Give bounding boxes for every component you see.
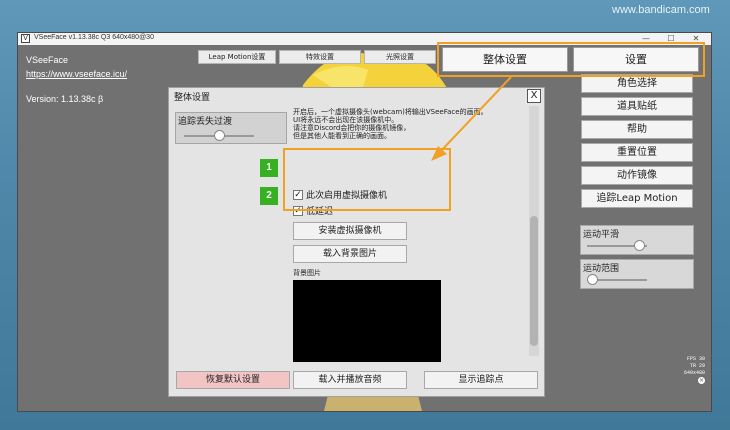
tracking-loss-slider[interactable] xyxy=(214,130,225,141)
window-title: VSeeFace v1.13.38c Q3 640x480@30 xyxy=(34,34,154,41)
highlight-camera-options xyxy=(283,148,451,211)
motion-smoothing-group: 运动平滑 xyxy=(580,225,694,255)
dialog-scroll-thumb[interactable] xyxy=(530,216,538,346)
motion-range-group: 运动范围 xyxy=(580,259,694,289)
motion-mirror-button[interactable]: 动作镜像 xyxy=(581,166,693,185)
dialog-title: 整体设置 xyxy=(174,93,211,103)
motion-smoothing-slider[interactable] xyxy=(634,240,645,251)
general-settings-button[interactable]: 整体设置 xyxy=(442,47,568,72)
tracking-rate-readout: TR 29 xyxy=(689,363,705,369)
lighting-settings-button[interactable]: 光照设置 xyxy=(364,50,436,64)
motion-range-slider[interactable] xyxy=(587,274,598,285)
tracking-loss-group: 追踪丢失过渡 xyxy=(175,112,287,144)
watermark: www.bandicam.com xyxy=(612,4,710,16)
motion-smoothing-label: 运动平滑 xyxy=(583,230,620,240)
background-image-preview xyxy=(293,280,441,362)
props-stickers-button[interactable]: 道具贴纸 xyxy=(581,97,693,116)
effects-settings-button[interactable]: 特效设置 xyxy=(279,50,361,64)
step-badge-1: 1 xyxy=(260,159,278,177)
app-name: VSeeFace xyxy=(26,55,69,65)
step-badge-2: 2 xyxy=(260,187,278,205)
load-background-button[interactable]: 载入背景图片 xyxy=(293,245,407,263)
dialog-close-button[interactable]: X xyxy=(527,89,541,103)
reset-defaults-button[interactable]: 恢复默认设置 xyxy=(176,371,290,389)
resolution-readout: 640x480 xyxy=(683,370,705,376)
website-link[interactable]: https://www.vseeface.icu/ xyxy=(26,69,127,79)
app-window: V VSeeFace v1.13.38c Q3 640x480@30 — ☐ ✕… xyxy=(17,32,712,412)
tracking-loss-label: 追踪丢失过渡 xyxy=(178,117,233,127)
version-label: Version: 1.13.38c β xyxy=(26,94,104,104)
track-leap-motion-button[interactable]: 追踪Leap Motion xyxy=(581,189,693,208)
stats-close-icon[interactable]: × xyxy=(698,377,705,384)
install-virtual-camera-button[interactable]: 安装虚拟摄像机 xyxy=(293,222,407,240)
app-logo-icon: V xyxy=(21,34,30,43)
reset-position-button[interactable]: 重置位置 xyxy=(581,143,693,162)
motion-range-label: 运动范围 xyxy=(583,264,620,274)
show-tracking-points-button[interactable]: 显示追踪点 xyxy=(424,371,538,389)
dialog-scrollbar[interactable] xyxy=(529,106,539,356)
leap-motion-settings-button[interactable]: Leap Motion设置 xyxy=(198,50,276,64)
load-audio-button[interactable]: 载入并播放音频 xyxy=(293,371,407,389)
background-image-label: 背景图片 xyxy=(293,269,321,277)
settings-button[interactable]: 设置 xyxy=(573,47,699,72)
help-button[interactable]: 帮助 xyxy=(581,120,693,139)
fps-readout: FPS 30 xyxy=(686,356,705,362)
